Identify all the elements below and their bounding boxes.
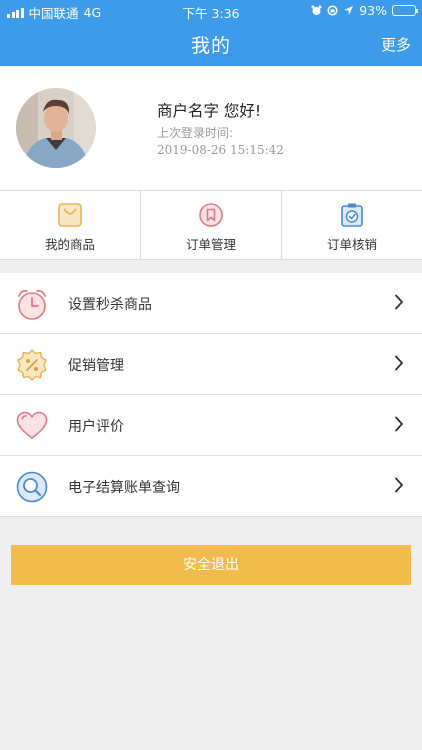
- menu-item-promotion[interactable]: 促销管理: [0, 334, 422, 395]
- menu-item-user-reviews[interactable]: 用户评价: [0, 395, 422, 456]
- quick-action-label: 订单管理: [185, 237, 236, 252]
- merchant-greeting: 商户名字 您好!: [157, 102, 262, 120]
- avatar[interactable]: [16, 88, 96, 168]
- last-login-label: 上次登录时间:: [157, 126, 234, 140]
- menu-item-flash-sale[interactable]: 设置秒杀商品: [0, 273, 422, 334]
- quick-action-label: 我的商品: [44, 237, 95, 252]
- menu-item-label: 电子结算账单查询: [68, 480, 180, 496]
- alarm-clock-icon: [18, 289, 46, 320]
- rotation-lock-icon: [327, 5, 338, 16]
- chevron-right-icon: [395, 477, 403, 493]
- profile-card: 商户名字 您好! 上次登录时间: 2019-08-26 15:15:42: [0, 66, 422, 190]
- menu-item-label: 促销管理: [68, 358, 124, 374]
- heart-icon: [16, 411, 48, 439]
- quick-action-my-products[interactable]: 我的商品: [0, 191, 141, 259]
- last-login-time: 2019-08-26 15:15:42: [157, 143, 284, 157]
- page-title: 我的: [190, 35, 231, 57]
- menu-item-settlement-bills[interactable]: 电子结算账单查询: [0, 456, 422, 517]
- app-header: 中国联通 4G 下午 3:36 93% 我的 更多: [0, 0, 422, 66]
- menu-list: 设置秒杀商品 促销管理 用户评价 电子结算账单查询: [0, 273, 422, 517]
- chevron-right-icon: [395, 355, 403, 371]
- bookmark-icon: [199, 203, 223, 227]
- status-bar: 中国联通 4G 下午 3:36 93%: [0, 0, 422, 22]
- battery-icon: [392, 5, 418, 16]
- chevron-right-icon: [395, 416, 403, 432]
- status-right: 93%: [311, 3, 418, 18]
- more-button[interactable]: 更多: [381, 34, 411, 55]
- menu-item-label: 设置秒杀商品: [68, 297, 152, 313]
- alarm-status-icon: [311, 5, 322, 15]
- clipboard-check-icon: [341, 203, 363, 227]
- shopping-bag-icon: [58, 203, 82, 227]
- discount-badge-icon: [17, 349, 47, 381]
- logout-button[interactable]: 安全退出: [11, 545, 411, 585]
- quick-action-order-management[interactable]: 订单管理: [141, 191, 282, 259]
- location-arrow-icon: [344, 6, 354, 15]
- menu-item-label: 用户评价: [68, 419, 124, 435]
- quick-actions: 我的商品 订单管理 订单核销: [0, 190, 422, 260]
- battery-percent: 93%: [359, 3, 387, 18]
- quick-action-order-verification[interactable]: 订单核销: [282, 191, 422, 259]
- search-icon: [16, 471, 48, 503]
- quick-action-label: 订单核销: [326, 237, 377, 252]
- chevron-right-icon: [395, 294, 403, 310]
